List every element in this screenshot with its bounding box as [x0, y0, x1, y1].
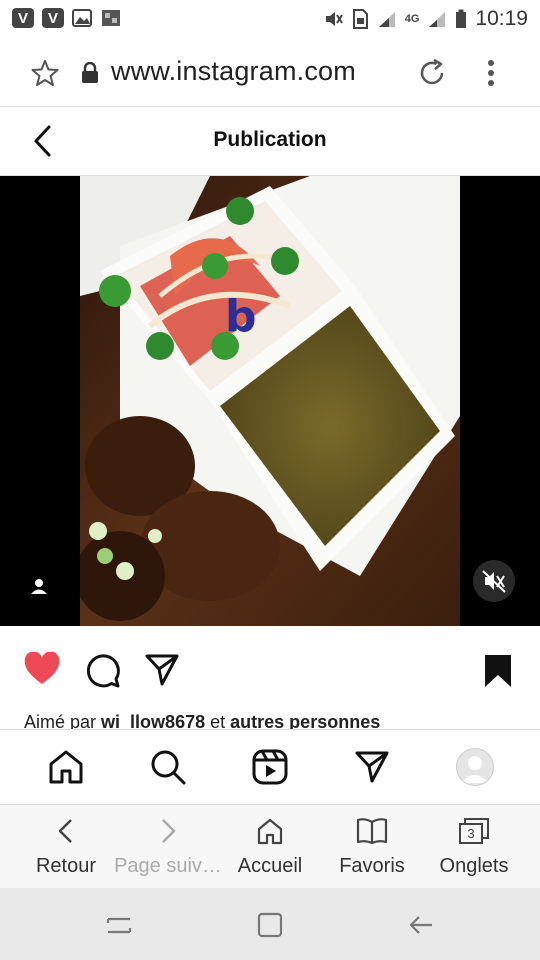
more-vertical-icon[interactable]	[484, 59, 498, 87]
page-title: Publication	[213, 128, 327, 151]
share-icon[interactable]	[144, 652, 180, 688]
speaker-muted-icon	[482, 570, 506, 593]
profile-avatar[interactable]	[456, 748, 494, 786]
back-chevron-icon	[58, 819, 72, 843]
food-photo: b	[80, 176, 460, 626]
post-media[interactable]: b	[0, 176, 540, 626]
browser-url-bar: www.instagram.com	[0, 38, 540, 107]
heart-filled-icon[interactable]	[23, 652, 61, 686]
book-icon	[356, 818, 388, 845]
system-back-icon[interactable]	[408, 912, 434, 938]
browser-tabs-button[interactable]: 3 Onglets	[420, 805, 528, 889]
battery-icon	[456, 9, 467, 28]
image-notification-icon	[72, 9, 92, 27]
browser-back-button[interactable]: Retour	[12, 805, 120, 889]
system-nav-bar	[0, 888, 540, 960]
v-app-icon: V	[42, 8, 64, 28]
tab-count-badge: 3	[467, 826, 475, 841]
browser-back-label: Retour	[35, 855, 97, 877]
reels-icon[interactable]	[252, 749, 288, 785]
url-text[interactable]: www.instagram.com	[111, 56, 356, 87]
browser-home-button[interactable]: Accueil	[216, 805, 324, 889]
search-icon[interactable]	[150, 749, 186, 785]
sim-icon	[352, 9, 368, 29]
mute-button[interactable]	[473, 560, 515, 602]
watermark-logo: b	[225, 291, 257, 342]
comment-icon[interactable]	[84, 652, 122, 690]
direct-message-icon[interactable]	[354, 749, 390, 785]
user-tag-icon[interactable]	[26, 574, 52, 600]
browser-forward-button[interactable]: Page suiv…	[114, 805, 222, 889]
browser-forward-label: Page suiv…	[114, 855, 222, 877]
v-app-icon: V	[12, 8, 34, 28]
mute-icon	[325, 12, 343, 26]
signal-icon	[429, 12, 446, 27]
home-icon[interactable]	[48, 749, 84, 785]
home-icon	[257, 818, 283, 845]
signal-icon	[378, 12, 395, 27]
browser-bookmarks-label: Favoris	[339, 855, 405, 877]
browser-tabs-label: Onglets	[439, 855, 509, 877]
post-header: Publication	[0, 107, 540, 176]
bookmark-saved-icon[interactable]	[484, 654, 512, 688]
instagram-nav	[0, 729, 540, 804]
lock-icon	[82, 62, 98, 83]
post-actions	[0, 628, 540, 710]
profile-avatar-icon	[461, 756, 489, 783]
bookmark-star-icon[interactable]	[30, 59, 60, 87]
browser-home-label: Accueil	[237, 855, 303, 877]
browser-bookmarks-button[interactable]: Favoris	[318, 805, 426, 889]
reload-icon[interactable]	[416, 57, 448, 89]
recent-apps-icon[interactable]	[106, 912, 132, 938]
browser-toolbar: Retour Page suiv… Accueil Favoris 3 Ongl…	[0, 804, 540, 889]
clock: 10:19	[475, 7, 528, 30]
gallery-notification-icon	[102, 10, 120, 26]
status-bar: V V 4G 10:19	[0, 0, 540, 38]
forward-chevron-icon	[162, 819, 176, 843]
network-type: 4G	[404, 13, 420, 25]
home-square-icon[interactable]	[257, 912, 283, 938]
